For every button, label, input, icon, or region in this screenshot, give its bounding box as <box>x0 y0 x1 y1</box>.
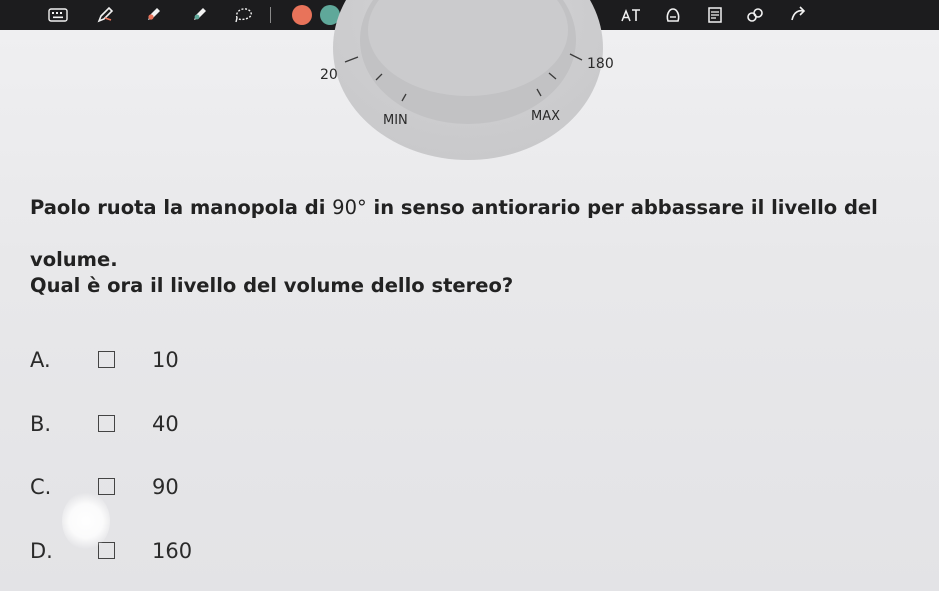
dial-label-min: MIN <box>383 113 408 128</box>
option-d[interactable]: D. 160 <box>30 535 330 567</box>
option-d-checkbox[interactable] <box>98 542 115 559</box>
option-c-checkbox[interactable] <box>98 478 115 495</box>
option-a-letter: A. <box>30 348 51 372</box>
option-c-letter: C. <box>30 475 52 499</box>
question-text-before: Paolo ruota la manopola di <box>30 196 333 219</box>
option-b-letter: B. <box>30 412 52 436</box>
option-c-value: 90 <box>152 475 179 499</box>
option-a[interactable]: A. 10 <box>30 344 330 376</box>
option-b-checkbox[interactable] <box>98 415 115 432</box>
question-angle: 90° <box>332 196 367 219</box>
option-c[interactable]: C. 90 <box>30 471 330 503</box>
worksheet-screen: 20 180 MIN MAX Paolo ruota la manopola d… <box>0 0 939 591</box>
option-d-value: 160 <box>152 539 193 563</box>
option-d-letter: D. <box>30 539 53 563</box>
option-a-value: 10 <box>152 348 179 372</box>
option-b[interactable]: B. 40 <box>30 408 330 440</box>
question-prompt: Qual è ora il livello del volume dello s… <box>30 274 514 297</box>
dial-label-180: 180 <box>587 56 614 72</box>
dial-label-20: 20 <box>320 67 338 83</box>
option-b-value: 40 <box>152 412 179 436</box>
dial-label-max: MAX <box>531 109 560 124</box>
volume-dial: 20 180 MIN MAX <box>320 0 614 160</box>
option-a-checkbox[interactable] <box>98 351 115 368</box>
